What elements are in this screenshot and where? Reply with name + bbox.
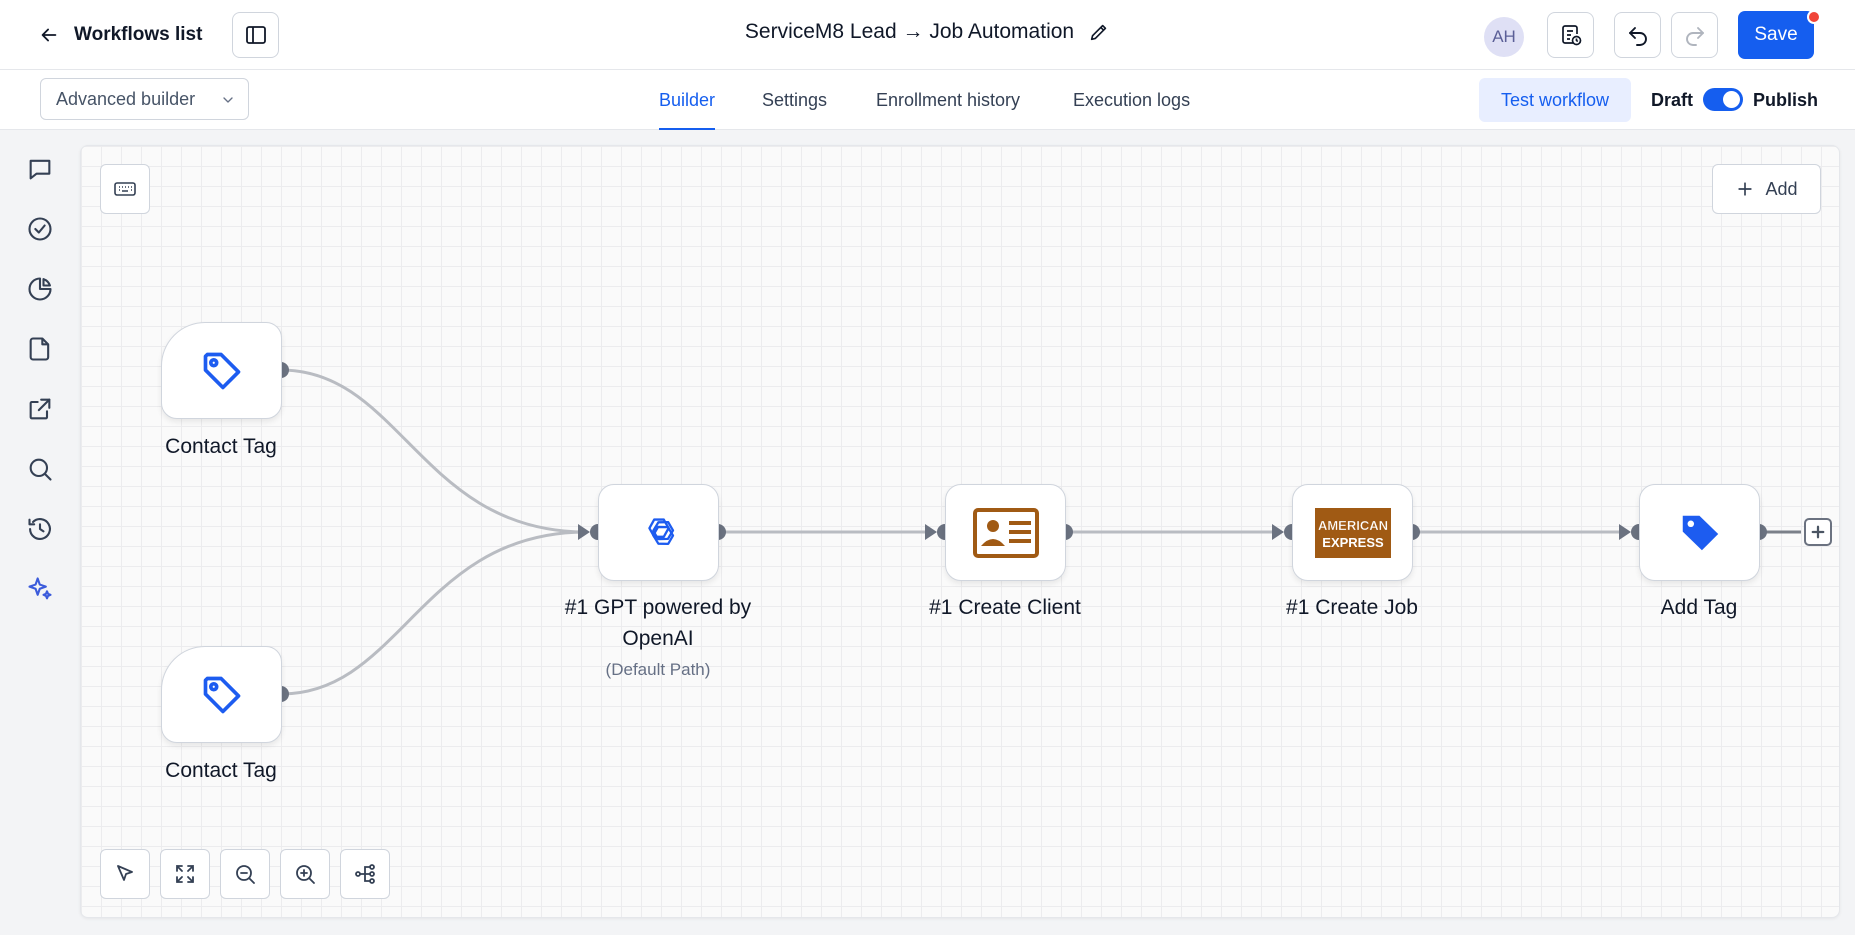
tab-builder[interactable]: Builder: [659, 70, 716, 130]
fit-view-button[interactable]: [160, 849, 210, 899]
tab-settings[interactable]: Settings: [762, 70, 827, 130]
node-label: #1 Create Job: [1286, 596, 1418, 619]
node-sublabel: (Default Path): [605, 660, 711, 679]
zoom-in-button[interactable]: [280, 849, 330, 899]
node-label: Contact Tag: [165, 759, 277, 782]
tag-outline-icon: [203, 352, 240, 389]
undo-icon: [1628, 27, 1647, 46]
fit-view-icon: [176, 865, 194, 883]
arrowhead-job: [1272, 524, 1284, 540]
pie-chart-icon[interactable]: [26, 275, 54, 303]
arrowhead-client: [925, 524, 937, 540]
builder-mode-select[interactable]: Advanced builder: [40, 78, 249, 120]
draft-label: Draft: [1651, 89, 1694, 110]
workflow-title: ServiceM8 Lead → Job Automation: [744, 20, 1075, 43]
check-circle-icon[interactable]: [26, 215, 54, 243]
action-node-add-tag[interactable]: [1639, 484, 1760, 581]
publish-toggle[interactable]: [1703, 88, 1743, 111]
plus-square-icon: [1811, 525, 1825, 539]
contact-card-icon: [972, 507, 1039, 558]
arrowhead-gpt: [578, 524, 590, 540]
pencil-edit-icon[interactable]: [1088, 21, 1110, 43]
amex-icon: AMERICAN EXPRESS: [1314, 507, 1391, 558]
version-history-button[interactable]: [1547, 12, 1594, 58]
trigger-node-contact-tag-1[interactable]: [161, 322, 282, 419]
builder-mode-value: Advanced builder: [56, 88, 196, 109]
openai-icon: [647, 517, 674, 545]
sub-header: Advanced builder Builder Settings Enroll…: [0, 70, 1855, 130]
redo-icon: [1685, 27, 1704, 46]
action-node-create-job[interactable]: AMERICAN EXPRESS: [1292, 484, 1413, 581]
tab-enrollment-history[interactable]: Enrollment history: [876, 70, 1020, 130]
node-label: Add Tag: [1660, 596, 1738, 619]
toggle-knob: [1723, 91, 1740, 108]
select-mode-button[interactable]: [100, 849, 150, 899]
svg-text:AMERICAN: AMERICAN: [1317, 518, 1387, 533]
add-next-step-button[interactable]: [1804, 518, 1832, 546]
trigger-node-contact-tag-2[interactable]: [161, 646, 282, 743]
auto-layout-icon: [355, 864, 375, 884]
sparkles-icon[interactable]: [26, 575, 54, 603]
svg-text:EXPRESS: EXPRESS: [1322, 535, 1384, 550]
avatar[interactable]: AH: [1484, 17, 1524, 57]
tab-execution-logs[interactable]: Execution logs: [1073, 70, 1190, 130]
chat-icon[interactable]: [26, 155, 54, 183]
zoom-out-button[interactable]: [220, 849, 270, 899]
node-label: #1 GPT powered by OpenAI: [564, 596, 752, 650]
save-button[interactable]: Save: [1738, 11, 1814, 59]
arrowhead-addtag: [1619, 524, 1631, 540]
action-node-gpt[interactable]: [598, 484, 719, 581]
file-icon[interactable]: [26, 335, 54, 363]
node-label: #1 Create Client: [929, 596, 1081, 619]
tag-outline-icon: [203, 676, 240, 713]
search-icon[interactable]: [26, 455, 54, 483]
pointer-icon: [117, 865, 133, 881]
left-sidebar: [0, 131, 80, 935]
redo-button[interactable]: [1671, 12, 1718, 58]
external-link-icon[interactable]: [26, 395, 54, 423]
chevron-down-icon: [223, 97, 233, 103]
auto-layout-button[interactable]: [340, 849, 390, 899]
history-icon[interactable]: [26, 515, 54, 543]
undo-button[interactable]: [1614, 12, 1661, 58]
publish-label: Publish: [1753, 89, 1819, 110]
unsaved-changes-dot: [1807, 10, 1821, 24]
top-bar: Workflows list ServiceM8 Lead → Job Auto…: [0, 0, 1855, 70]
tag-filled-icon: [1682, 515, 1718, 550]
test-workflow-button[interactable]: Test workflow: [1479, 78, 1631, 122]
zoom-out-icon: [236, 865, 255, 884]
action-node-create-client[interactable]: [945, 484, 1066, 581]
node-label: Contact Tag: [165, 435, 277, 458]
document-clock-icon: [1561, 25, 1581, 46]
workflow-canvas[interactable]: Add Contact Tag Contact Tag #1 GPT power…: [80, 145, 1840, 918]
zoom-in-icon: [296, 865, 315, 884]
